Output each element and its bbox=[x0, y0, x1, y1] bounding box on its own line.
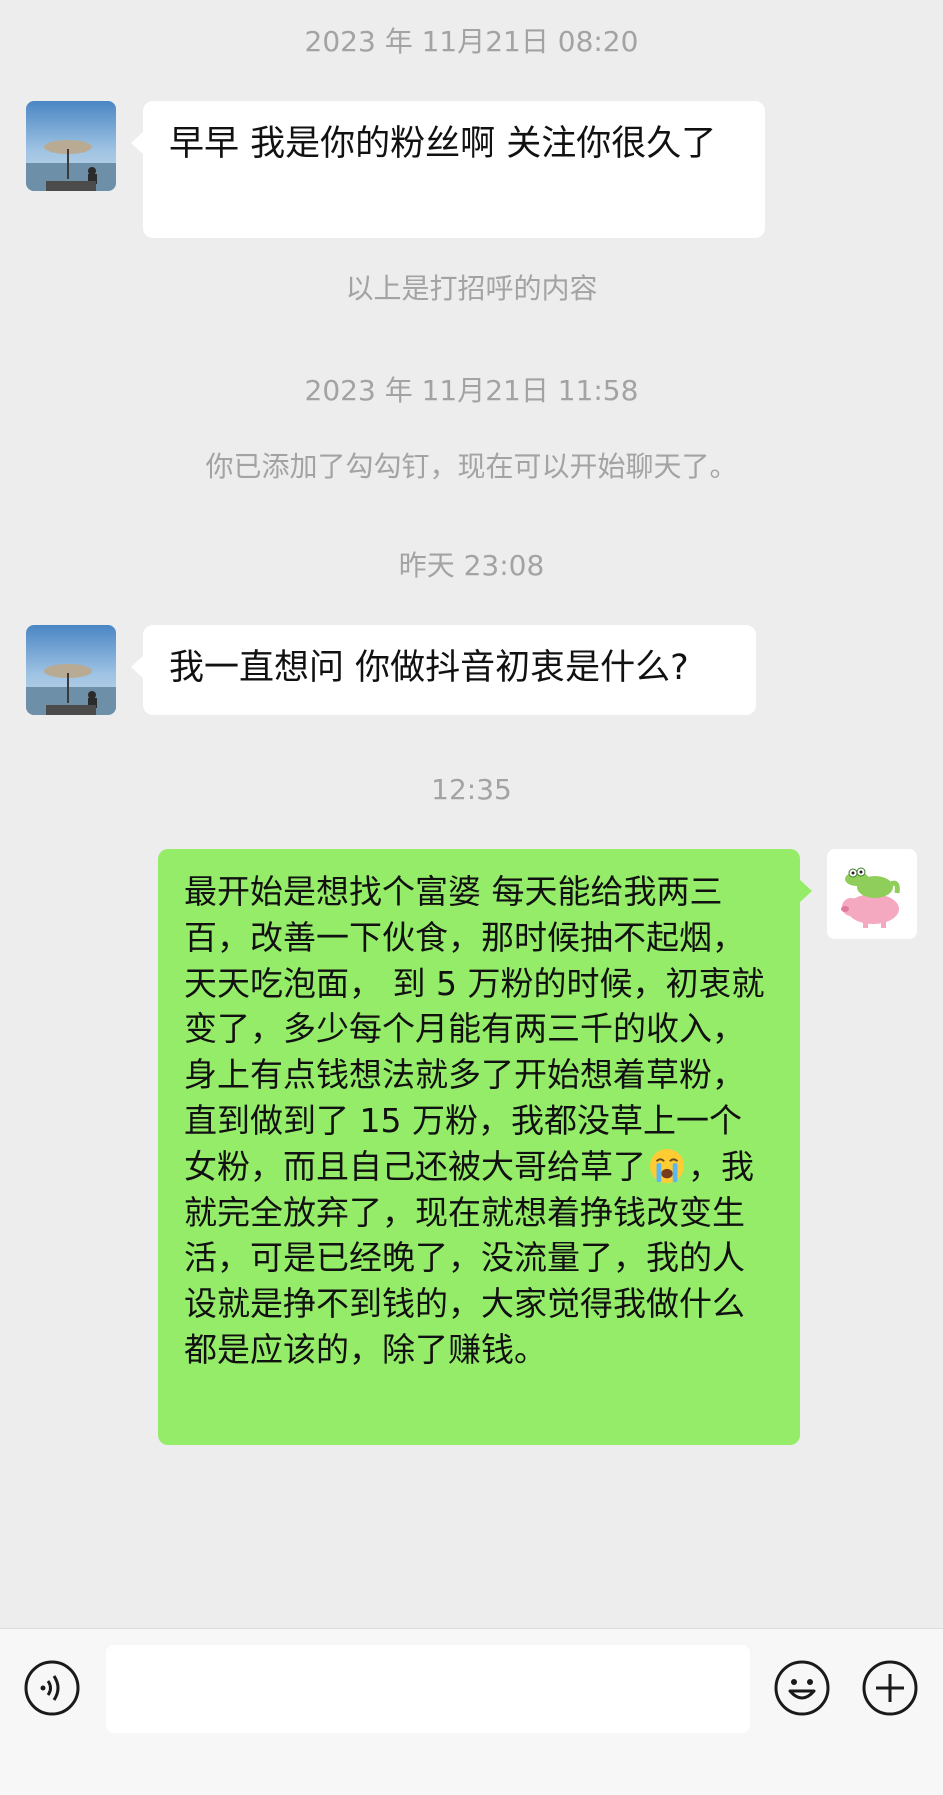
plus-icon[interactable] bbox=[861, 1659, 919, 1717]
message-text-part1: 最开始是想找个富婆 每天能给我两三百，改善一下伙食，那时候抽不起烟，天天吃泡面，… bbox=[184, 872, 765, 1186]
emoji-icon[interactable] bbox=[773, 1659, 831, 1717]
contact-avatar[interactable] bbox=[26, 625, 116, 715]
message-input[interactable] bbox=[106, 1645, 750, 1733]
pig-crocodile-sticker-icon bbox=[827, 849, 917, 939]
message-bubble-outgoing[interactable]: 最开始是想找个富婆 每天能给我两三百，改善一下伙食，那时候抽不起烟，天天吃泡面，… bbox=[158, 849, 812, 1445]
input-bar bbox=[0, 1628, 943, 1795]
timestamp: 昨天 23:08 bbox=[398, 549, 545, 582]
message-text: 早早 我是你的粉丝啊 关注你很久了 bbox=[169, 124, 717, 164]
message-bubble-incoming[interactable]: 早早 我是你的粉丝啊 关注你很久了 bbox=[131, 101, 765, 238]
beach-umbrella-photo-icon bbox=[26, 625, 116, 715]
my-avatar[interactable] bbox=[827, 849, 917, 939]
timestamp: 2023 年 11月21日 11:58 bbox=[304, 374, 639, 407]
message-text: 我一直想问 你做抖音初衷是什么? bbox=[169, 648, 689, 688]
system-note: 以上是打招呼的内容 bbox=[345, 272, 598, 305]
timestamp: 2023 年 11月21日 08:20 bbox=[304, 25, 639, 58]
system-note: 你已添加了勾勾钉，现在可以开始聊天了。 bbox=[205, 450, 738, 483]
loudly-crying-face-icon bbox=[649, 1148, 685, 1183]
timestamp: 12:35 bbox=[431, 773, 512, 806]
voice-icon[interactable] bbox=[23, 1659, 81, 1717]
message-bubble-incoming[interactable]: 我一直想问 你做抖音初衷是什么? bbox=[131, 625, 756, 715]
beach-umbrella-photo-icon bbox=[26, 101, 116, 191]
contact-avatar[interactable] bbox=[26, 101, 116, 191]
chat-area[interactable]: 2023 年 11月21日 08:20 早早 我是你的粉丝啊 关注你很久了 以上… bbox=[0, 0, 943, 1628]
